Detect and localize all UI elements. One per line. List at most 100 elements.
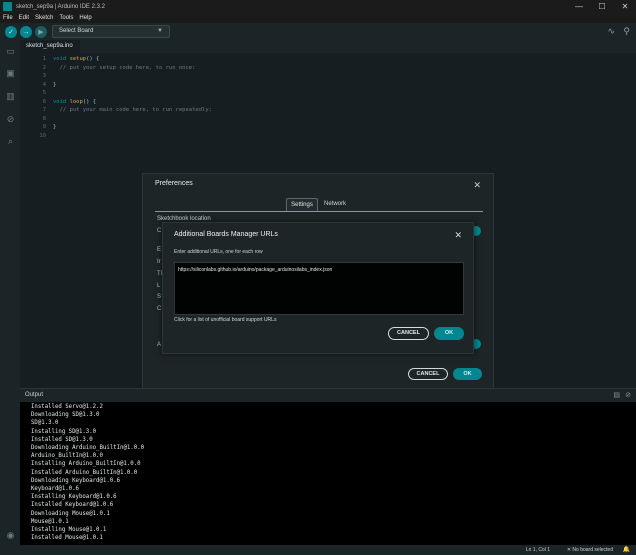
tab-divider (155, 211, 483, 212)
line-number: 2 (42, 64, 46, 71)
urls-dialog-title: Additional Boards Manager URLs (174, 231, 278, 238)
title-bar: sketch_sep9a | Arduino IDE 2.3.2 — ☐ ✕ (0, 0, 636, 13)
output-line: Installing Mouse@1.0.1 (31, 527, 107, 533)
code-token: } (53, 124, 57, 130)
tab-settings[interactable]: Settings (286, 198, 318, 211)
upload-button[interactable]: → (20, 26, 32, 38)
lock-scroll-icon[interactable]: ▤ (613, 391, 620, 399)
setting-label: E (157, 247, 162, 253)
menu-bar: File Edit Sketch Tools Help (0, 13, 636, 23)
toolbar: ✓ → ▶ Select Board ▼ ∿ ⚲ (0, 23, 636, 40)
setting-label: L (157, 283, 161, 289)
urls-hint: Enter additional URLs, one for each row (174, 249, 263, 255)
code-token: loop (69, 98, 83, 105)
account-icon[interactable]: ◉ (5, 530, 16, 540)
setting-label: A (157, 342, 162, 348)
output-console[interactable]: Installed Servo@1.2.2 Downloading SD@1.3.… (20, 402, 636, 545)
library-icon[interactable]: ▥ (5, 91, 16, 101)
output-line: Downloading SD@1.3.0 (31, 412, 100, 419)
output-line: Installed Mouse@1.0.1 (31, 535, 103, 542)
menu-sketch[interactable]: Sketch (35, 15, 53, 21)
boards-manager-icon[interactable]: ▣ (5, 68, 16, 78)
line-number: 6 (42, 98, 46, 105)
boards-manager-urls-dialog: Additional Boards Manager URLs ✕ Enter a… (162, 222, 474, 354)
unofficial-boards-link[interactable]: Click for a list of unofficial board sup… (174, 317, 276, 323)
urls-textarea[interactable]: https://siliconlabs.github.io/arduino/pa… (174, 262, 464, 315)
close-window-button[interactable]: ✕ (614, 0, 636, 13)
arrow-right-icon: → (22, 28, 30, 36)
code-token: void (53, 98, 70, 105)
output-line: Installed SD@1.3.0 (31, 436, 93, 443)
code-token: void (53, 56, 70, 62)
code-token: // put your setup code here, to run once… (53, 64, 196, 71)
output-line: Keyboard@1.0.6 (31, 486, 79, 492)
output-line: Installed Keyboard@1.0.6 (31, 502, 114, 509)
line-number: 4 (42, 81, 46, 88)
debug-icon: ▶ (38, 29, 44, 36)
code-token: } (53, 81, 57, 88)
output-line: Installing Keyboard@1.0.6 (31, 494, 117, 501)
output-header: Output ▤ ⊘ (20, 388, 636, 402)
line-number: 5 (42, 90, 46, 96)
activity-bar: ▭ ▣ ▥ ⊘ ⌕ ◉ (0, 40, 20, 555)
output-line: SD@1.3.0 (31, 420, 59, 427)
menu-file[interactable]: File (3, 15, 13, 21)
line-number: 8 (42, 115, 46, 122)
board-select-label: Select Board (59, 28, 94, 34)
menu-help[interactable]: Help (79, 15, 91, 21)
board-select-dropdown[interactable]: Select Board ▼ (52, 25, 170, 38)
code-line: // put your main code here, to run repea… (53, 107, 212, 113)
output-title: Output (25, 392, 44, 398)
editor-tab-strip: sketch_sep9a.ino (20, 40, 636, 53)
output-line: Downloading Arduino_BuiltIn@1.0.0 (31, 445, 144, 451)
close-icon[interactable]: ✕ (454, 230, 462, 241)
board-status[interactable]: ✕ No board selected (567, 547, 613, 553)
check-icon: ✓ (8, 29, 14, 36)
menu-tools[interactable]: Tools (59, 15, 73, 21)
setting-label: C (157, 228, 162, 234)
setting-label: C (157, 306, 162, 312)
line-number: 1 (42, 56, 46, 62)
urls-ok-button[interactable]: OK (434, 327, 464, 340)
code-token: setup (69, 56, 87, 62)
verify-button[interactable]: ✓ (5, 26, 17, 38)
notification-bell-icon[interactable]: 🔔 (623, 546, 630, 553)
arduino-app-icon (3, 2, 12, 11)
output-line: Installing Arduino_BuiltIn@1.0.0 (31, 461, 141, 468)
output-line: Downloading Keyboard@1.0.6 (31, 477, 121, 484)
output-line: Installed Arduino_BuiltIn@1.0.0 (31, 469, 138, 476)
line-number: 3 (42, 73, 46, 79)
code-line: } (53, 82, 56, 88)
code-line: void loop() { (53, 99, 96, 105)
folder-icon[interactable]: ▭ (5, 46, 16, 56)
minimize-button[interactable]: — (568, 0, 590, 13)
tab-network[interactable]: Network (323, 198, 347, 211)
search-icon[interactable]: ⌕ (5, 136, 16, 146)
monitor-icon[interactable]: ⚲ (623, 26, 630, 37)
code-line: // put your setup code here, to run once… (53, 64, 196, 71)
output-line: Mouse@1.0.1 (31, 518, 69, 525)
setting-label: S (157, 294, 162, 300)
editor-tab[interactable]: sketch_sep9a.ino (20, 40, 80, 53)
menu-edit[interactable]: Edit (19, 15, 29, 21)
plotter-icon[interactable]: ∿ (607, 26, 615, 37)
chevron-down-icon: ▼ (157, 28, 163, 34)
clear-output-icon[interactable]: ⊘ (625, 391, 631, 399)
urls-value: https://siliconlabs.github.io/arduino/pa… (178, 267, 333, 273)
preferences-title: Preferences (155, 180, 193, 187)
debug-icon[interactable]: ⊘ (5, 114, 16, 124)
maximize-button[interactable]: ☐ (591, 0, 613, 13)
line-number: 10 (39, 132, 46, 139)
window-title: sketch_sep9a | Arduino IDE 2.3.2 (16, 3, 105, 10)
line-number: 7 (42, 107, 46, 113)
close-icon[interactable]: ✕ (473, 180, 481, 191)
cursor-position[interactable]: Ln 1, Col 1 (526, 547, 550, 553)
output-line: Installed Servo@1.2.2 (31, 404, 103, 410)
urls-cancel-button[interactable]: CANCEL (388, 327, 429, 340)
preferences-ok-button[interactable]: OK (453, 368, 482, 380)
setting-label: Ir (157, 259, 161, 265)
debug-button[interactable]: ▶ (35, 26, 47, 38)
output-line: Downloading Mouse@1.0.1 (31, 510, 110, 517)
preferences-cancel-button[interactable]: CANCEL (408, 368, 448, 380)
output-line: Installing SD@1.3.0 (31, 428, 97, 435)
